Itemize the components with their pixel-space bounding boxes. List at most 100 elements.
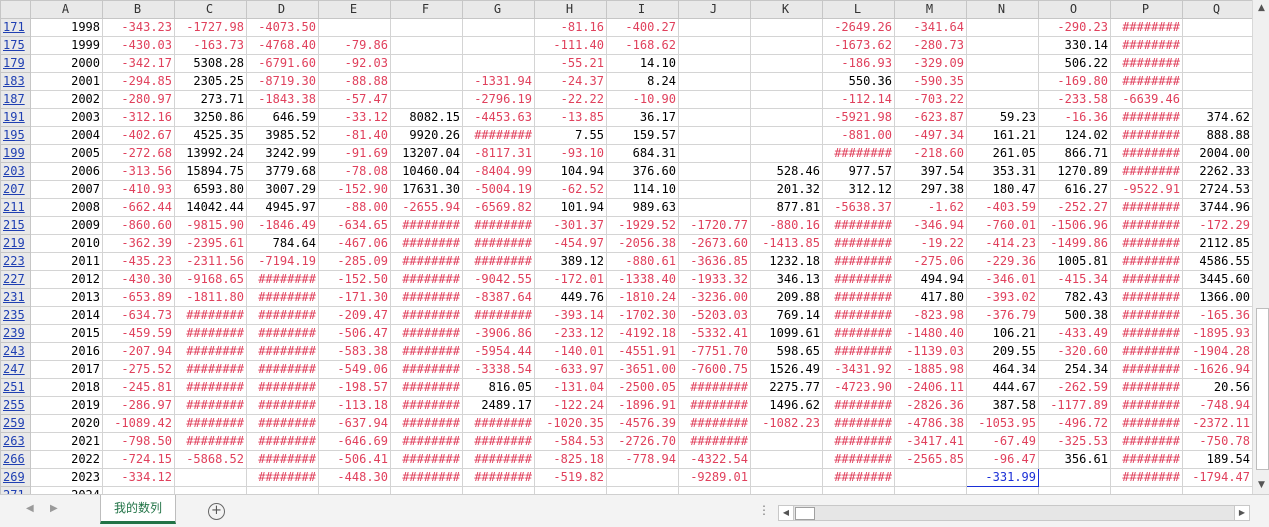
cell-c207[interactable]: 6593.80 xyxy=(174,180,247,199)
cell-f239[interactable]: ######## xyxy=(390,324,463,343)
cell-j215[interactable]: -1720.77 xyxy=(678,216,751,235)
cell-l203[interactable]: 977.57 xyxy=(822,162,895,181)
cell-q231[interactable]: 1366.00 xyxy=(1182,288,1253,307)
cell-j207[interactable] xyxy=(678,180,751,199)
cell-k207[interactable]: 201.32 xyxy=(750,180,823,199)
cell-j171[interactable] xyxy=(678,18,751,37)
cell-a255[interactable]: 2019 xyxy=(30,396,103,415)
cell-b199[interactable]: -272.68 xyxy=(102,144,175,163)
cell-l171[interactable]: -2649.26 xyxy=(822,18,895,37)
row-header[interactable]: 171 xyxy=(0,18,31,37)
cell-d183[interactable]: -8719.30 xyxy=(246,72,319,91)
cell-m175[interactable]: -280.73 xyxy=(894,36,967,55)
cell-c199[interactable]: 13992.24 xyxy=(174,144,247,163)
cell-l239[interactable]: ######## xyxy=(822,324,895,343)
cell-f269[interactable]: ######## xyxy=(390,468,463,487)
cell-j235[interactable]: -5203.03 xyxy=(678,306,751,325)
cell-j183[interactable] xyxy=(678,72,751,91)
cell-i195[interactable]: 159.57 xyxy=(606,126,679,145)
cell-j243[interactable]: -7751.70 xyxy=(678,342,751,361)
cell-l235[interactable]: ######## xyxy=(822,306,895,325)
cell-j227[interactable]: -1933.32 xyxy=(678,270,751,289)
cell-m191[interactable]: -623.87 xyxy=(894,108,967,127)
cell-h215[interactable]: -301.37 xyxy=(534,216,607,235)
cell-p171[interactable]: ######## xyxy=(1110,18,1183,37)
cell-q227[interactable]: 3445.60 xyxy=(1182,270,1253,289)
cell-o215[interactable]: -1506.96 xyxy=(1038,216,1111,235)
cell-j191[interactable] xyxy=(678,108,751,127)
cell-c247[interactable]: ######## xyxy=(174,360,247,379)
cell-k191[interactable] xyxy=(750,108,823,127)
cell-d191[interactable]: 646.59 xyxy=(246,108,319,127)
cell-j263[interactable]: ######## xyxy=(678,432,751,451)
cell-f215[interactable]: ######## xyxy=(390,216,463,235)
cell-n227[interactable]: -346.01 xyxy=(966,270,1039,289)
cell-a187[interactable]: 2002 xyxy=(30,90,103,109)
cell-e266[interactable]: -506.41 xyxy=(318,450,391,469)
cell-n191[interactable]: 59.23 xyxy=(966,108,1039,127)
cell-l223[interactable]: ######## xyxy=(822,252,895,271)
cell-k259[interactable]: -1082.23 xyxy=(750,414,823,433)
cell-n266[interactable]: -96.47 xyxy=(966,450,1039,469)
cell-c263[interactable]: ######## xyxy=(174,432,247,451)
cell-f231[interactable]: ######## xyxy=(390,288,463,307)
cell-c266[interactable]: -5868.52 xyxy=(174,450,247,469)
cell-c235[interactable]: ######## xyxy=(174,306,247,325)
cell-i227[interactable]: -1338.40 xyxy=(606,270,679,289)
cell-a219[interactable]: 2010 xyxy=(30,234,103,253)
cell-a203[interactable]: 2006 xyxy=(30,162,103,181)
cell-i259[interactable]: -4576.39 xyxy=(606,414,679,433)
cell-j269[interactable]: -9289.01 xyxy=(678,468,751,487)
cell-h243[interactable]: -140.01 xyxy=(534,342,607,361)
cell-h259[interactable]: -1020.35 xyxy=(534,414,607,433)
cell-o207[interactable]: 616.27 xyxy=(1038,180,1111,199)
cell-i215[interactable]: -1929.52 xyxy=(606,216,679,235)
cell-l207[interactable]: 312.12 xyxy=(822,180,895,199)
cell-h175[interactable]: -111.40 xyxy=(534,36,607,55)
cell-i247[interactable]: -3651.00 xyxy=(606,360,679,379)
cell-h211[interactable]: 101.94 xyxy=(534,198,607,217)
column-header-f[interactable]: F xyxy=(390,0,463,19)
cell-b269[interactable]: -334.12 xyxy=(102,468,175,487)
cell-c223[interactable]: -2311.56 xyxy=(174,252,247,271)
cell-k175[interactable] xyxy=(750,36,823,55)
cell-b255[interactable]: -286.97 xyxy=(102,396,175,415)
cell-f223[interactable]: ######## xyxy=(390,252,463,271)
cell-b195[interactable]: -402.67 xyxy=(102,126,175,145)
cell-i187[interactable]: -10.90 xyxy=(606,90,679,109)
cell-a235[interactable]: 2014 xyxy=(30,306,103,325)
scroll-down-arrow-icon[interactable]: ▼ xyxy=(1253,477,1269,494)
cell-h187[interactable]: -22.22 xyxy=(534,90,607,109)
cell-e171[interactable] xyxy=(318,18,391,37)
cell-f263[interactable]: ######## xyxy=(390,432,463,451)
cell-f235[interactable]: ######## xyxy=(390,306,463,325)
cell-l269[interactable]: ######## xyxy=(822,468,895,487)
cell-d199[interactable]: 3242.99 xyxy=(246,144,319,163)
cell-o195[interactable]: 124.02 xyxy=(1038,126,1111,145)
cell-b223[interactable]: -435.23 xyxy=(102,252,175,271)
cell-q207[interactable]: 2724.53 xyxy=(1182,180,1253,199)
scroll-right-arrow-icon[interactable]: ▶ xyxy=(1234,506,1249,520)
cell-p191[interactable]: ######## xyxy=(1110,108,1183,127)
cell-a259[interactable]: 2020 xyxy=(30,414,103,433)
column-header-k[interactable]: K xyxy=(750,0,823,19)
cell-p259[interactable]: ######## xyxy=(1110,414,1183,433)
cell-p239[interactable]: ######## xyxy=(1110,324,1183,343)
cell-k187[interactable] xyxy=(750,90,823,109)
cell-i191[interactable]: 36.17 xyxy=(606,108,679,127)
row-header[interactable]: 211 xyxy=(0,198,31,217)
row-header[interactable]: 223 xyxy=(0,252,31,271)
cell-o263[interactable]: -325.53 xyxy=(1038,432,1111,451)
cell-d251[interactable]: ######## xyxy=(246,378,319,397)
vertical-scrollbar[interactable]: ▲ ▼ xyxy=(1252,0,1269,494)
cell-d269[interactable]: ######## xyxy=(246,468,319,487)
cell-b175[interactable]: -430.03 xyxy=(102,36,175,55)
cell-p179[interactable]: ######## xyxy=(1110,54,1183,73)
cell-b231[interactable]: -653.89 xyxy=(102,288,175,307)
cell-q259[interactable]: -2372.11 xyxy=(1182,414,1253,433)
cell-l195[interactable]: -881.00 xyxy=(822,126,895,145)
cell-m235[interactable]: -823.98 xyxy=(894,306,967,325)
row-header[interactable]: 269 xyxy=(0,468,31,487)
cell-i219[interactable]: -2056.38 xyxy=(606,234,679,253)
cell-o199[interactable]: 866.71 xyxy=(1038,144,1111,163)
